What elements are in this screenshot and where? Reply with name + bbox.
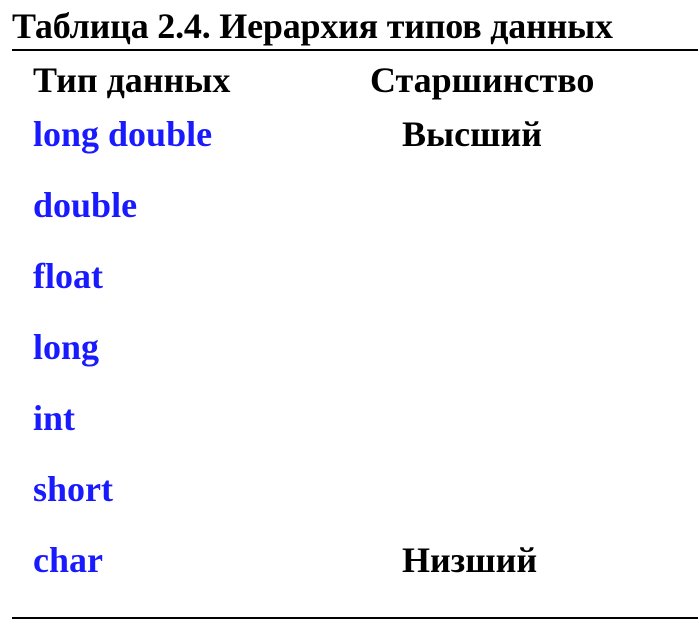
data-type-cell: char	[33, 540, 103, 580]
table-caption: Таблица 2.4. Иерархия типов данных	[12, 6, 613, 46]
data-type-cell: float	[33, 256, 103, 296]
table-row: int	[0, 396, 698, 440]
data-type-cell: long	[33, 327, 100, 367]
top-rule	[12, 49, 698, 51]
column-header-rank: Старшинство	[370, 60, 595, 100]
data-type-cell: short	[33, 469, 113, 509]
table-row: short	[0, 467, 698, 511]
data-type-cell: long double	[33, 114, 213, 154]
table-row: float	[0, 254, 698, 298]
table-row: long double Высший	[0, 112, 698, 156]
column-header-type: Тип данных	[33, 60, 231, 100]
bottom-rule	[12, 617, 698, 619]
data-type-cell: double	[33, 185, 138, 225]
table-row: double	[0, 183, 698, 227]
data-type-cell: int	[33, 398, 76, 438]
rank-cell: Низший	[402, 540, 538, 580]
rank-cell: Высший	[402, 114, 542, 154]
table-row: char Низший	[0, 538, 698, 582]
table-row: long	[0, 325, 698, 369]
